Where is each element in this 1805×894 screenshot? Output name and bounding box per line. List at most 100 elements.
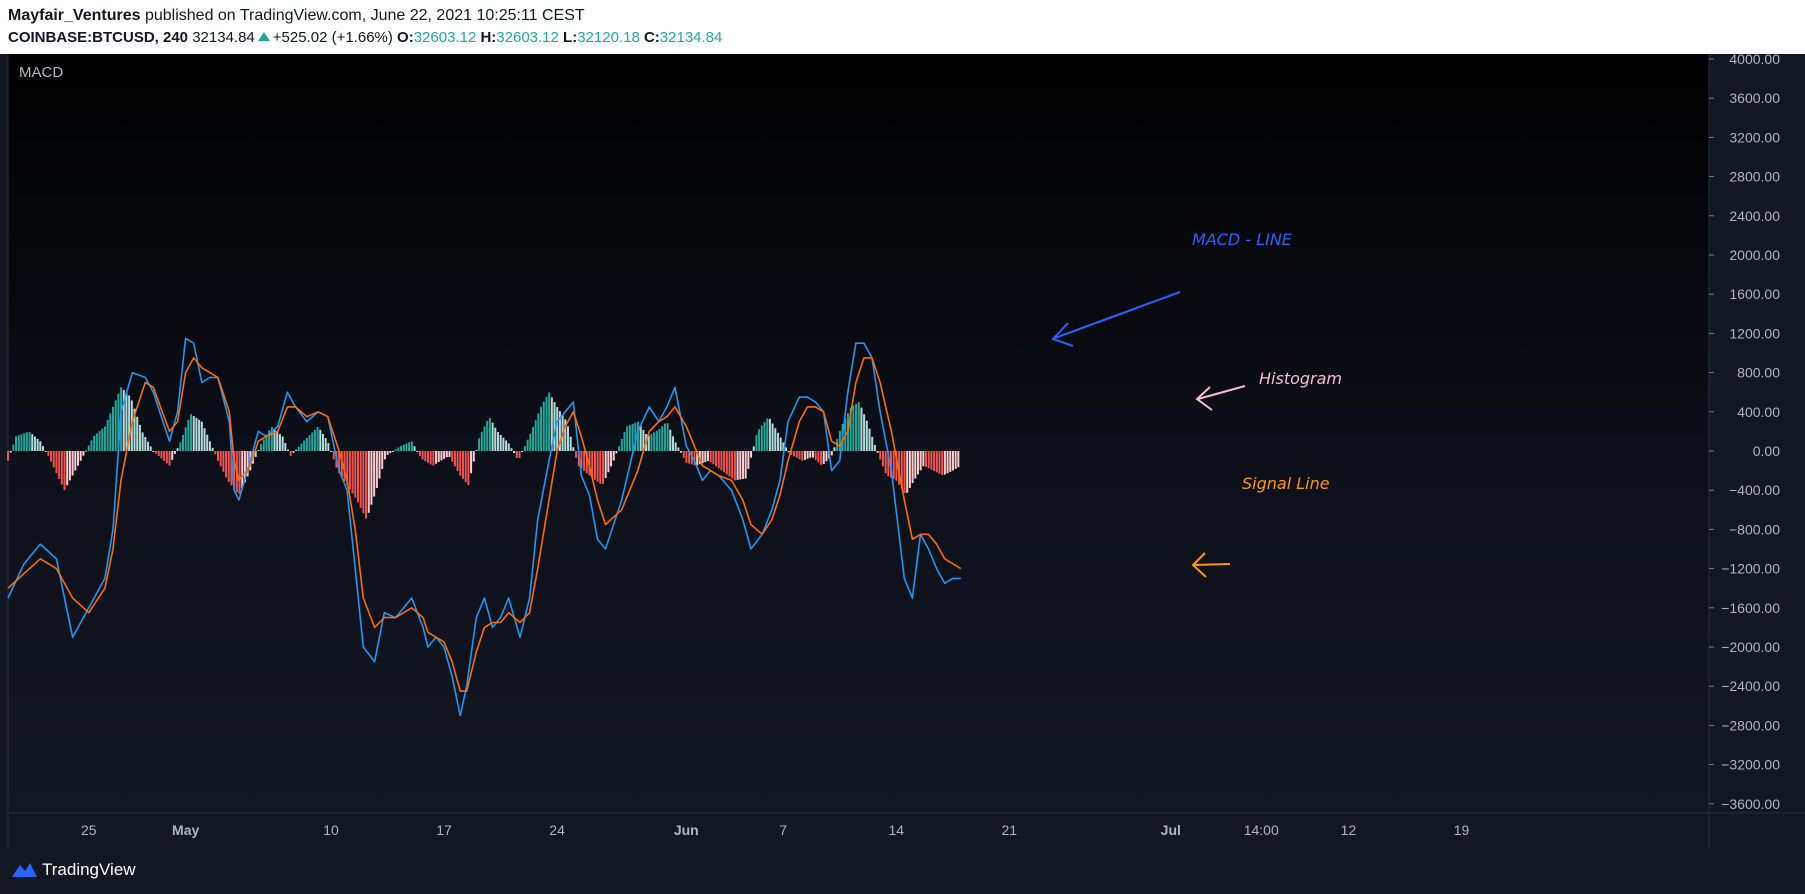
histogram-bar <box>418 451 421 457</box>
histogram-bar <box>709 451 712 463</box>
x-tick-label: 12 <box>1341 822 1357 838</box>
histogram-bar <box>400 445 403 451</box>
histogram-bar <box>793 451 796 457</box>
histogram-bar <box>12 444 15 451</box>
open-value: 32603.12 <box>413 29 477 46</box>
histogram-bar <box>402 444 405 451</box>
high-label: H: <box>480 29 497 46</box>
histogram-bar <box>499 434 502 451</box>
histogram-bar <box>507 443 510 451</box>
macd-chart[interactable]: MACD 4000.00 3600.00 3200.00 2800.00 2400.00… <box>0 54 1805 848</box>
symbol-label[interactable]: COINBASE:BTCUSD, 240 <box>8 29 188 46</box>
histogram-bar <box>276 431 279 451</box>
histogram-bar <box>76 451 79 466</box>
histogram-bar <box>741 451 744 479</box>
y-tick-label: 0.00 <box>1753 443 1780 459</box>
histogram-bar <box>766 418 769 451</box>
histogram-bar <box>144 437 147 451</box>
histogram-bar <box>623 431 626 451</box>
histogram-bar <box>873 444 876 451</box>
histogram-bar <box>610 451 613 467</box>
histogram-bar <box>752 446 755 451</box>
histogram-bar <box>9 451 12 453</box>
histogram-bar <box>857 402 860 451</box>
histogram-bar <box>461 451 464 479</box>
histogram-bar <box>74 451 77 471</box>
histogram-bar <box>383 451 386 460</box>
histogram-bar <box>394 449 397 451</box>
indicator-title[interactable]: MACD <box>19 64 63 81</box>
histogram-bar <box>771 423 774 451</box>
histogram-bar <box>33 436 36 451</box>
y-tick-label: 800.00 <box>1737 365 1780 381</box>
histogram-bar <box>820 451 823 465</box>
histogram-bar <box>60 451 63 485</box>
histogram-bar <box>184 427 187 451</box>
histogram-bar <box>157 451 160 456</box>
histogram-bar <box>141 432 144 451</box>
y-tick-label: 2400.00 <box>1729 208 1780 224</box>
publish-info: Mayfair_Ventures published on TradingVie… <box>8 7 585 25</box>
histogram-bar <box>311 432 314 451</box>
histogram-bar <box>884 451 887 474</box>
histogram-bar <box>954 451 957 469</box>
histogram-bar <box>615 451 618 454</box>
histogram-bar <box>257 450 260 452</box>
histogram-bar <box>763 422 766 451</box>
histogram-bar <box>814 451 817 460</box>
author-name[interactable]: Mayfair_Ventures <box>8 7 141 24</box>
histogram-bar <box>505 440 508 451</box>
x-tick-label: 21 <box>1002 822 1018 838</box>
histogram-bar <box>375 451 378 489</box>
histogram-bar <box>200 421 203 451</box>
histogram-bar <box>601 451 604 484</box>
histogram-bar <box>138 424 141 451</box>
histogram-bar <box>685 451 688 463</box>
histogram-bar <box>825 451 828 462</box>
y-tick-label: −3200.00 <box>1721 757 1780 773</box>
low-label: L: <box>563 29 578 46</box>
histogram-bar <box>187 419 190 451</box>
histogram-bar <box>521 451 524 452</box>
histogram-bar <box>179 442 182 451</box>
histogram-bar <box>801 451 804 461</box>
histogram-bar <box>98 431 101 451</box>
histogram-bar <box>583 451 586 471</box>
histogram-bar <box>534 420 537 451</box>
histogram-bar <box>181 435 184 451</box>
histogram-bar <box>58 451 61 479</box>
histogram-bar <box>881 451 884 467</box>
histogram-bar <box>526 439 529 451</box>
histogram-bar <box>494 427 497 451</box>
histogram-bar <box>260 444 263 451</box>
histogram-bar <box>432 451 435 466</box>
histogram-bar <box>17 435 20 451</box>
histogram-bar <box>41 446 44 451</box>
histogram-bar <box>593 451 596 480</box>
y-tick-label: −3600.00 <box>1721 796 1780 812</box>
histogram-bar <box>467 451 470 485</box>
histogram-bar <box>760 425 763 451</box>
histogram-bar <box>163 451 166 461</box>
histogram-bar <box>7 451 9 461</box>
histogram-bar <box>731 451 734 479</box>
histogram-bar <box>661 426 664 451</box>
histogram-bar <box>192 416 195 451</box>
y-tick-label: −800.00 <box>1729 521 1780 537</box>
high-value: 32603.12 <box>496 29 559 46</box>
histogram-bar <box>569 436 572 451</box>
histogram-bar <box>518 451 521 459</box>
low-value: 32120.18 <box>577 29 640 46</box>
histogram-bar <box>36 438 39 451</box>
histogram-bar <box>604 451 607 479</box>
tradingview-logo[interactable]: TradingView <box>10 860 136 880</box>
histogram-bar <box>803 451 806 460</box>
histogram-bar <box>566 426 569 451</box>
histogram-bar <box>949 451 952 472</box>
histogram-bar <box>286 449 289 451</box>
histogram-bar <box>680 451 683 453</box>
histogram-bar <box>367 451 370 513</box>
histogram-bar <box>262 439 265 451</box>
histogram-bar <box>540 406 543 451</box>
histogram-bar <box>871 436 874 451</box>
